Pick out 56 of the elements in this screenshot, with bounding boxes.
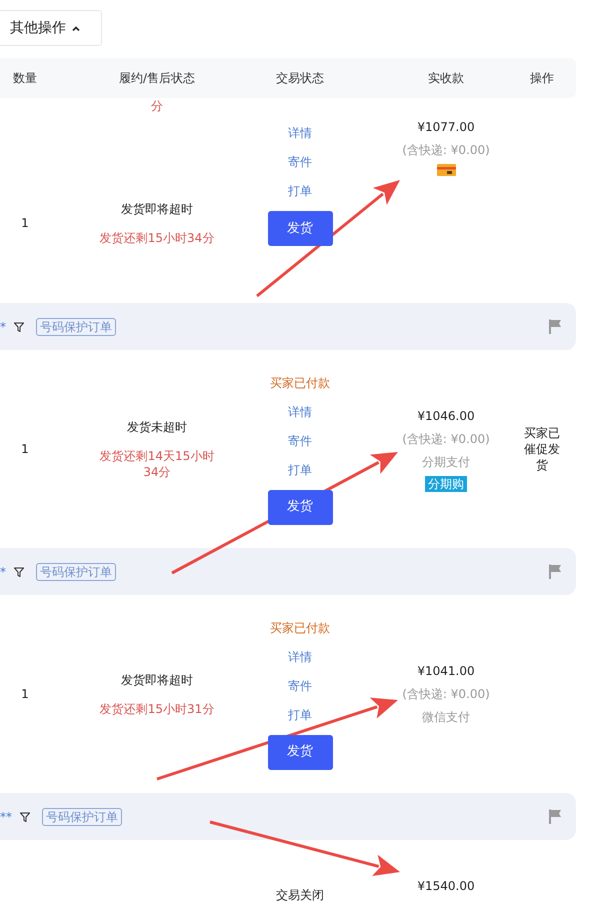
trade-status: 交易关闭	[276, 887, 324, 904]
order-tag: 号码保护订单	[36, 318, 116, 336]
action-link[interactable]: 打单	[288, 460, 312, 478]
column-header: 履约/售后状态	[118, 70, 196, 87]
column-header: 交易状态	[275, 70, 325, 87]
action-link[interactable]: 详情	[288, 402, 312, 420]
order-tag: 号码保护订单	[42, 808, 122, 826]
action-link[interactable]: 寄件	[288, 153, 312, 171]
filter-icon	[20, 812, 30, 822]
status-text: 发货即将超时	[121, 672, 193, 689]
operation-text: 买家已催促发货	[523, 425, 561, 473]
filter-icon	[14, 566, 24, 576]
payment-method: 微信支付	[422, 709, 470, 726]
action-link[interactable]: 寄件	[288, 432, 312, 450]
flag-icon	[549, 564, 562, 579]
ship-button[interactable]: 发货	[268, 490, 332, 524]
dropdown-button[interactable]: 其他操作	[0, 10, 102, 46]
quantity-text: 1	[21, 686, 29, 703]
order-tag: 号码保护订单	[36, 562, 116, 580]
status-text: 发货未超时	[127, 419, 187, 436]
caret-icon	[72, 26, 80, 30]
card-icon	[436, 164, 456, 176]
amount-text: ¥1046.00	[417, 408, 475, 424]
quantity-text: 1	[21, 441, 29, 458]
shipping-text: (含快递: ¥0.00)	[402, 686, 490, 703]
order-number: **	[0, 808, 12, 826]
filter-icon	[14, 322, 24, 332]
countdown-text: 发货还剩15小时31分	[100, 701, 214, 717]
amount-text: ¥1041.00	[417, 663, 475, 680]
column-header: 数量	[12, 70, 38, 87]
payment-method: 分期支付	[422, 454, 470, 470]
countdown-text: 发货还剩15小时34分	[100, 230, 214, 246]
shipping-text: (含快递: ¥0.00)	[402, 430, 490, 448]
action-link[interactable]: 详情	[288, 648, 312, 666]
order-number: *	[0, 564, 6, 580]
flag-icon	[549, 809, 562, 824]
amount-text: ¥1540.00	[417, 878, 475, 895]
ship-button[interactable]: 发货	[268, 211, 332, 246]
trade-status: 买家已付款	[270, 374, 330, 392]
installment-badge: 分期购	[425, 476, 467, 492]
action-link[interactable]: 打单	[288, 706, 312, 724]
action-link[interactable]: 详情	[288, 124, 312, 142]
shipping-text: (含快递: ¥0.00)	[402, 142, 490, 159]
status-text: 发货即将超时	[121, 201, 193, 218]
quantity-text: 1	[21, 215, 29, 232]
order-number: *	[0, 318, 6, 336]
trade-status: 买家已付款	[270, 620, 330, 636]
countdown-text: 发货还剩14天15小时34分	[98, 448, 216, 480]
ship-button[interactable]: 发货	[268, 734, 332, 770]
action-link[interactable]: 打单	[288, 182, 312, 200]
countdown-text: 分	[151, 98, 163, 114]
flag-icon	[549, 319, 562, 334]
column-header: 实收款	[427, 70, 465, 87]
action-link[interactable]: 寄件	[288, 676, 312, 694]
amount-text: ¥1077.00	[417, 119, 475, 136]
column-header: 操作	[529, 70, 555, 87]
